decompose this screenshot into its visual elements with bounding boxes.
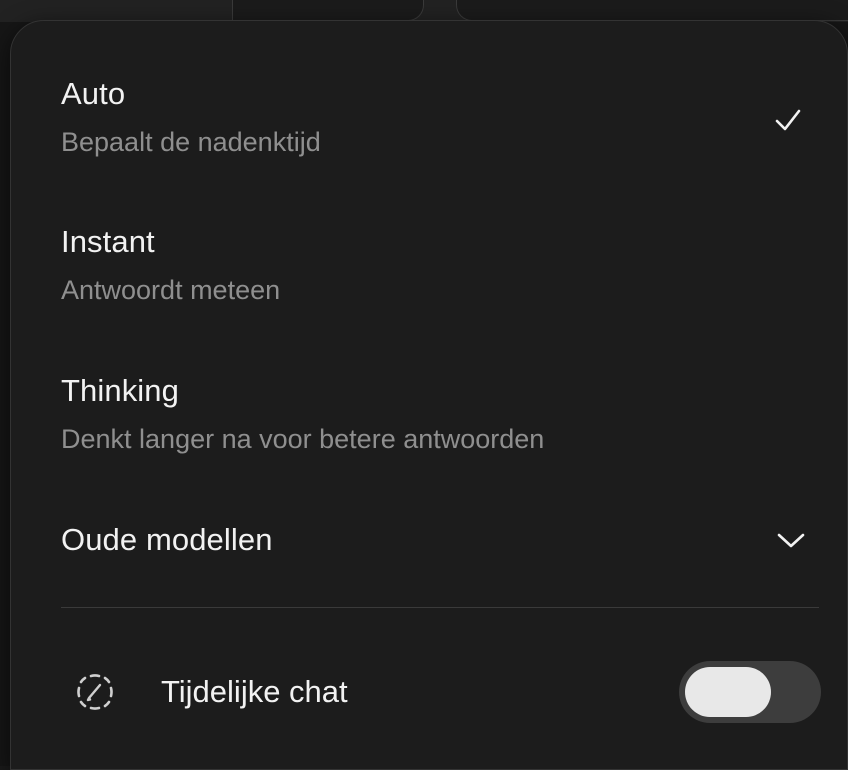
menu-item-title: Instant — [61, 224, 155, 259]
menu-item-description: Denkt langer na voor betere antwoorden — [61, 424, 545, 454]
menu-item-thinking[interactable]: Thinking Denkt langer na voor betere ant… — [61, 372, 821, 456]
backdrop-tab — [232, 0, 424, 21]
toggle-knob — [685, 667, 771, 717]
menu-item-description: Antwoordt meteen — [61, 275, 281, 305]
divider — [61, 607, 819, 608]
menu-item-auto[interactable]: Auto Bepaalt de nadenktijd — [61, 75, 821, 159]
menu-item-title: Auto — [61, 76, 126, 111]
menu-item-title: Oude modellen — [61, 522, 273, 557]
menu-item-legacy-models[interactable]: Oude modellen — [61, 521, 821, 559]
model-picker-menu: Auto Bepaalt de nadenktijd Instant Antwo… — [10, 20, 848, 770]
temporary-chat-toggle[interactable] — [679, 661, 821, 723]
menu-item-title: Thinking — [61, 373, 179, 408]
temporary-chat-label: Tijdelijke chat — [161, 674, 348, 709]
chevron-down-icon[interactable] — [775, 528, 807, 552]
menu-item-instant[interactable]: Instant Antwoordt meteen — [61, 223, 821, 307]
temporary-chat-icon — [77, 674, 113, 710]
menu-item-description: Bepaalt de nadenktijd — [61, 127, 321, 157]
temporary-chat-row[interactable]: Tijdelijke chat — [61, 661, 821, 723]
checkmark-icon — [775, 109, 801, 131]
backdrop-tab — [456, 0, 848, 21]
